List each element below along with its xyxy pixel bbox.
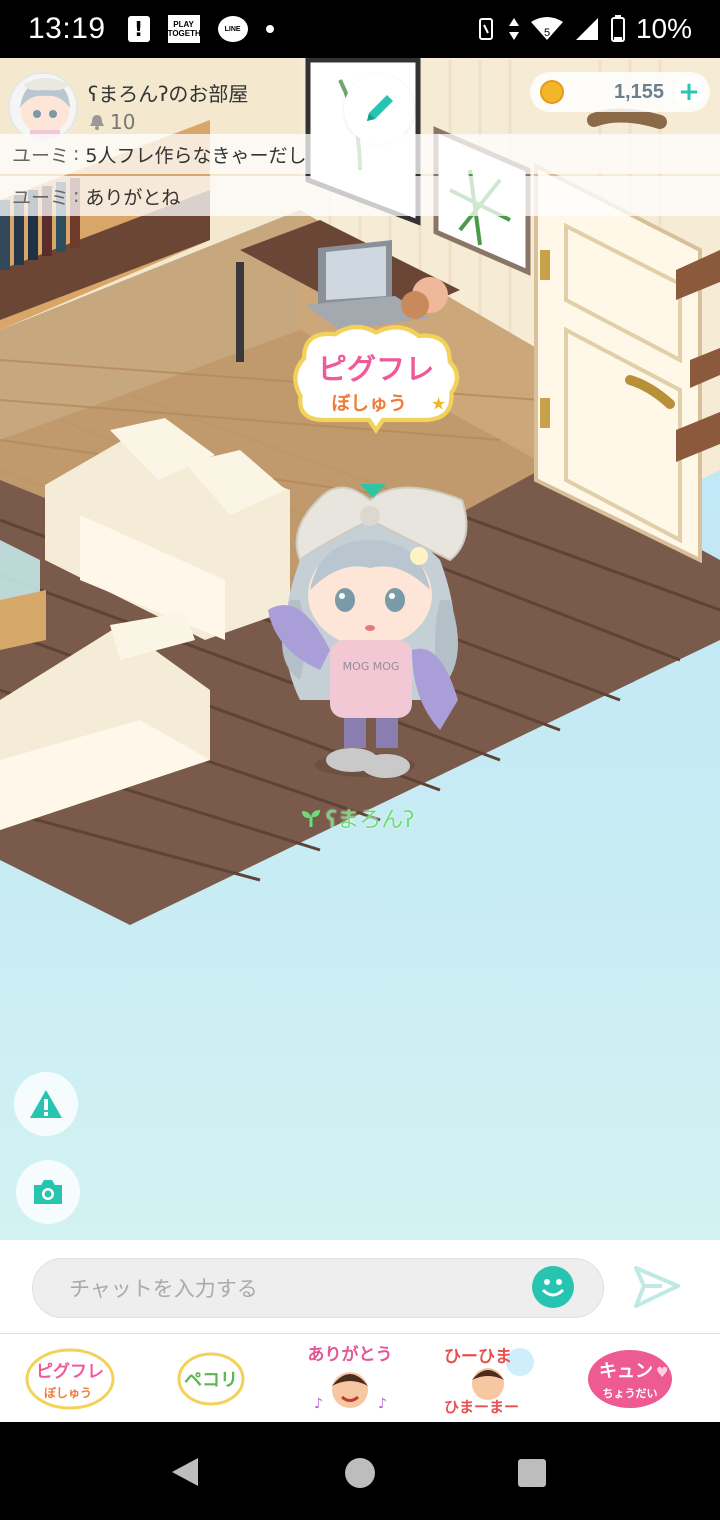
svg-text:ひまーまー: ひまーまー [444, 1398, 519, 1416]
svg-text:ぼしゅう: ぼしゅう [44, 1386, 92, 1400]
android-nav-bar [0, 1422, 720, 1520]
stamp-pigufure-boshuu[interactable]: ピグフレ ぼしゅう [24, 1344, 116, 1414]
stamp-kyun[interactable]: キュン ちょうだい ♥ [586, 1344, 674, 1414]
chat-input-bar: チャットを入力する [0, 1240, 720, 1334]
player-name-tag: ʕまろんʔ [300, 802, 414, 834]
chat-message: 5人フレ作らなきゃーだし [85, 144, 307, 167]
line-app-icon: LINE [217, 16, 248, 42]
status-time: 13:19 [28, 12, 106, 45]
stamp-arigatou[interactable]: ありがとう ♪ ♪ [300, 1344, 400, 1414]
sprout-icon [302, 810, 320, 827]
chat-line: ユーミ: ありがとね [0, 176, 720, 216]
camera-icon [34, 1180, 62, 1204]
data-arrows-icon [508, 18, 519, 40]
alert-notification-icon: ! [127, 16, 150, 42]
coin-balance: 1,155 + [530, 72, 710, 112]
svg-text:♪: ♪ [378, 1396, 387, 1412]
play-together-icon: PLAY TOGETHER [167, 15, 212, 43]
emoji-button[interactable] [532, 1266, 574, 1308]
battery-percent: 10% [635, 13, 692, 44]
back-icon[interactable] [170, 1456, 200, 1488]
bell-count-value: 10 [110, 110, 136, 134]
svg-text:ペコリ: ペコリ [184, 1370, 238, 1391]
svg-text:キュン: キュン [599, 1361, 653, 1382]
game-room-view[interactable]: MOG MOG ʕまろんʔのお部屋 10 1,155 + ユーミ: 5人フレ作… [0, 58, 720, 1240]
stamp-bar: ピグフレ ぼしゅう ペコリ ありがとう ♪ ♪ ひーひま ひまーまー キュン ち… [0, 1334, 720, 1422]
avatar[interactable] [8, 72, 78, 142]
coin-icon [540, 80, 564, 104]
svg-text:ありがとう: ありがとう [308, 1344, 393, 1365]
chat-message: ありがとね [85, 186, 181, 209]
svg-text:♪: ♪ [314, 1396, 323, 1412]
status-bar: 13:19 ! PLAY TOGETHER LINE 5 10% [0, 0, 720, 58]
home-icon[interactable] [345, 1458, 375, 1488]
add-coins-button[interactable]: + [674, 77, 704, 107]
report-button[interactable] [14, 1072, 78, 1136]
emoji-icon [541, 1279, 565, 1297]
chat-separator: : [73, 185, 80, 207]
svg-text:ひーひま: ひーひま [444, 1347, 512, 1367]
stamp-image: ピグフレ ぼしゅう [25, 1348, 115, 1410]
bell-icon [90, 115, 104, 130]
more-notifications-dot [265, 25, 274, 33]
stamp-image: キュン ちょうだい ♥ [588, 1350, 672, 1408]
star-icon: ★ [431, 395, 446, 415]
chat-input[interactable]: チャットを入力する [32, 1258, 604, 1318]
bubble-line1: ピグフレ [318, 352, 435, 386]
chat-username: ユーミ [12, 144, 70, 167]
room-title: ʕまろんʔのお部屋 [88, 82, 249, 106]
vibrate-icon [478, 18, 493, 40]
bell-count: 10 [90, 110, 135, 134]
player-name: ʕまろんʔ [326, 808, 415, 833]
svg-text:♥: ♥ [656, 1365, 669, 1381]
svg-text:ちょうだい: ちょうだい [603, 1387, 658, 1400]
stamp-image: ひーひま ひまーまー [444, 1347, 534, 1416]
wifi-icon: 5 [530, 17, 563, 40]
coin-amount: 1,155 [613, 80, 664, 103]
cell-signal-icon [575, 18, 598, 40]
pencil-icon [367, 95, 393, 121]
bubble-line2: ぼしゅう [331, 393, 406, 415]
battery-icon [610, 15, 625, 42]
send-icon[interactable] [632, 1264, 682, 1310]
speech-bubble: ピグフレ ぼしゅう ★ [293, 324, 460, 435]
warning-icon [30, 1090, 62, 1118]
chat-line: ユーミ:5人フレ作らなきゃーだし [0, 134, 720, 174]
stamp-image: ありがとう ♪ ♪ [308, 1344, 393, 1412]
svg-text:MOG MOG: MOG MOG [343, 660, 400, 673]
svg-text:5: 5 [544, 27, 550, 39]
room-scene: MOG MOG [0, 58, 720, 925]
chat-username: ユーミ [12, 186, 70, 209]
chat-separator: : [73, 143, 80, 165]
stamp-image: ペコリ [177, 1352, 245, 1406]
avatar-image [10, 74, 76, 140]
stamp-himahima[interactable]: ひーひま ひまーまー [440, 1344, 540, 1416]
notification-icons: ! PLAY TOGETHER LINE [127, 15, 274, 43]
screenshot-button[interactable] [16, 1160, 80, 1224]
recent-apps-icon[interactable] [518, 1459, 546, 1487]
system-icons: 5 10% [476, 13, 692, 45]
chat-log: ユーミ:5人フレ作らなきゃーだし ユーミ: ありがとね [0, 134, 720, 218]
stamp-pekori[interactable]: ペコリ [176, 1344, 246, 1414]
svg-text:ピグフレ: ピグフレ [36, 1361, 104, 1382]
